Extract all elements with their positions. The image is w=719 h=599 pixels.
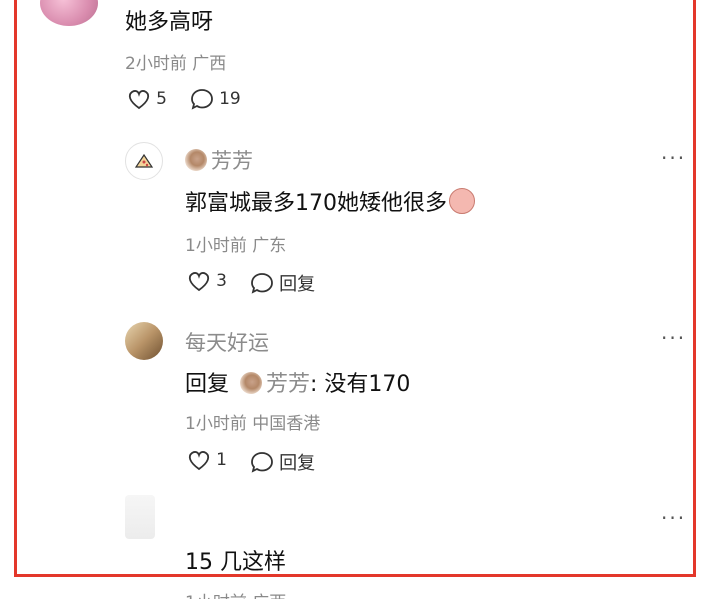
like-count: 3 bbox=[216, 271, 227, 291]
reply-meta: 1小时前 广东 bbox=[185, 236, 287, 256]
comment-text: 她多高呀 bbox=[125, 10, 214, 35]
chat-bubble-icon bbox=[251, 452, 273, 473]
reply-button-label: 回复 bbox=[279, 453, 316, 474]
heart-icon bbox=[188, 451, 210, 471]
reply-text: 郭富城最多170她矮他很多 bbox=[185, 185, 475, 217]
reply-button[interactable]: 回复 bbox=[250, 270, 315, 296]
reply-username[interactable]: 每天好运 bbox=[185, 327, 269, 357]
chat-bubble-icon bbox=[191, 89, 213, 110]
reply-username[interactable]: 芳芳 bbox=[185, 145, 253, 175]
comment-count: 19 bbox=[219, 89, 241, 109]
reply-text: 回复 芳芳: 没有170 bbox=[185, 372, 411, 397]
heart-icon bbox=[188, 272, 210, 292]
like-count: 1 bbox=[216, 450, 227, 470]
reply-text: 15 几这样 bbox=[185, 550, 286, 575]
highlight-frame bbox=[14, 0, 696, 577]
reply-avatar[interactable] bbox=[125, 142, 163, 180]
reply-button[interactable]: 回复 bbox=[250, 449, 315, 475]
more-options-button[interactable]: ··· bbox=[661, 146, 686, 170]
comment-meta: 2小时前 广西 bbox=[125, 54, 227, 74]
heart-icon bbox=[128, 90, 150, 110]
reply-target-username[interactable]: 芳芳 bbox=[266, 372, 310, 397]
snail-badge-icon bbox=[185, 149, 207, 171]
reply-button-label: 回复 bbox=[279, 274, 316, 295]
pizza-icon bbox=[134, 153, 154, 168]
more-options-button[interactable]: ··· bbox=[661, 506, 686, 530]
reply-avatar[interactable] bbox=[125, 495, 155, 539]
like-count: 5 bbox=[156, 89, 167, 109]
like-button[interactable]: 1 bbox=[187, 449, 227, 471]
reply-meta: 1小时前 广西 bbox=[185, 588, 286, 599]
peach-emoji-icon bbox=[449, 188, 475, 214]
more-options-button[interactable]: ··· bbox=[661, 326, 686, 350]
comment-thread: 她多高呀 2小时前 广西 5 19 芳芳 ··· 郭富城最多170她矮他很多 1… bbox=[0, 0, 719, 599]
chat-bubble-icon bbox=[251, 273, 273, 294]
reply-meta: 1小时前 中国香港 bbox=[185, 414, 321, 434]
reply-avatar[interactable] bbox=[125, 322, 163, 360]
like-button[interactable]: 5 bbox=[127, 88, 167, 110]
comment-button[interactable]: 19 bbox=[190, 88, 241, 110]
like-button[interactable]: 3 bbox=[187, 270, 227, 292]
snail-badge-icon bbox=[240, 372, 263, 394]
